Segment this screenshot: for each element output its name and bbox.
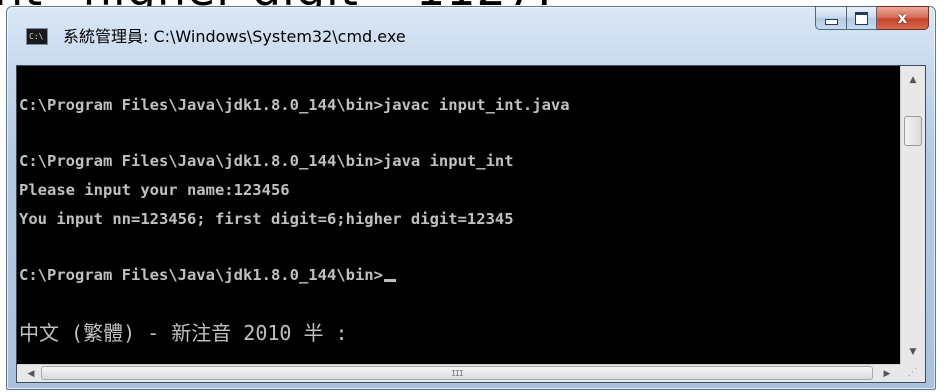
ime-status-bar: 中文 (繁體) - 新注音 2010 半 : xyxy=(19,321,348,345)
minimize-icon xyxy=(824,19,838,25)
vertical-scroll-thumb[interactable] xyxy=(904,116,922,146)
close-icon: x xyxy=(897,8,908,27)
console-line: Please input your name:123456 xyxy=(19,181,290,199)
vertical-scrollbar[interactable]: ▲ ▼ xyxy=(900,66,925,366)
console-output[interactable]: C:\Program Files\Java\jdk1.8.0_144\bin>j… xyxy=(17,66,901,366)
scroll-right-arrow-icon[interactable]: ▶ xyxy=(877,365,897,382)
console-line: C:\Program Files\Java\jdk1.8.0_144\bin>j… xyxy=(19,152,514,170)
console-client-area: C:\Program Files\Java\jdk1.8.0_144\bin>j… xyxy=(16,65,926,383)
horizontal-scrollbar[interactable]: ◀ III ▶ xyxy=(17,364,901,382)
scroll-thumb-grip: III xyxy=(451,368,463,378)
close-button[interactable]: x xyxy=(877,6,929,30)
scroll-down-arrow-icon[interactable]: ▼ xyxy=(901,342,925,362)
scroll-up-arrow-icon[interactable]: ▲ xyxy=(901,70,925,90)
window-title: 系統管理員: C:\Windows\System32\cmd.exe xyxy=(63,27,406,46)
console-prompt: C:\Program Files\Java\jdk1.8.0_144\bin> xyxy=(19,266,383,284)
text-cursor xyxy=(383,279,396,282)
caption-buttons: x xyxy=(815,6,929,32)
console-line: You input nn=123456; first digit=6;highe… xyxy=(19,210,514,228)
console-prompt-line: C:\Program Files\Java\jdk1.8.0_144\bin> xyxy=(19,266,396,284)
console-line: C:\Program Files\Java\jdk1.8.0_144\bin>j… xyxy=(19,96,570,114)
minimize-button[interactable] xyxy=(815,6,847,30)
horizontal-scroll-thumb[interactable]: III xyxy=(41,366,873,380)
title-bar[interactable]: C:\ 系統管理員: C:\Windows\System32\cmd.exe x xyxy=(7,6,935,63)
cmd-icon[interactable]: C:\ xyxy=(26,28,48,45)
cmd-window: C:\ 系統管理員: C:\Windows\System32\cmd.exe x… xyxy=(6,6,936,390)
maximize-button[interactable] xyxy=(847,6,877,30)
scroll-left-arrow-icon[interactable]: ◀ xyxy=(21,365,41,382)
maximize-icon xyxy=(855,11,868,25)
size-grip-icon[interactable]: ⋰ xyxy=(900,364,925,382)
